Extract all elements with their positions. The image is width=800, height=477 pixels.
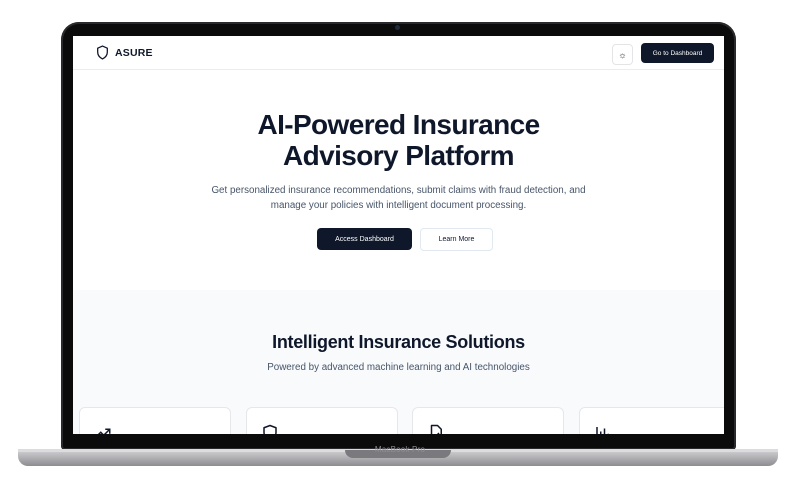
hero-title: AI-Powered Insurance Advisory Platform xyxy=(73,109,724,171)
hero-title-line2: Advisory Platform xyxy=(283,140,515,171)
camera xyxy=(395,25,400,30)
go-to-dashboard-button[interactable]: Go to Dashboard xyxy=(641,43,714,63)
learn-more-button[interactable]: Learn More xyxy=(420,228,493,251)
shield-icon xyxy=(97,45,108,60)
hero-subtitle: Get personalized insurance recommendatio… xyxy=(211,185,586,211)
brand-logo[interactable]: ASURE xyxy=(96,45,153,60)
features-title: Intelligent Insurance Solutions xyxy=(272,332,525,352)
shield-icon xyxy=(263,424,277,434)
trending-up-icon xyxy=(97,428,111,434)
device-label: MacBook Pro xyxy=(374,445,426,454)
theme-toggle-button[interactable]: ☼ xyxy=(612,44,633,65)
navbar: ASURE ☼ Go to Dashboard xyxy=(73,36,724,70)
feature-card[interactable] xyxy=(79,407,231,434)
feature-card[interactable] xyxy=(579,407,724,434)
features-subtitle: Powered by advanced machine learning and… xyxy=(267,362,530,373)
feature-card[interactable] xyxy=(412,407,564,434)
file-check-icon xyxy=(430,424,442,434)
hero-title-line1: AI-Powered Insurance xyxy=(257,109,540,140)
brand-name: ASURE xyxy=(115,46,153,59)
browser-viewport: ASURE ☼ Go to Dashboard AI-Powered Insur… xyxy=(73,36,724,434)
features-section: Intelligent Insurance Solutions Powered … xyxy=(73,290,724,434)
sun-icon: ☼ xyxy=(618,49,627,60)
feature-card[interactable] xyxy=(246,407,398,434)
bar-chart-icon xyxy=(596,427,609,434)
access-dashboard-button[interactable]: Access Dashboard xyxy=(317,228,412,250)
